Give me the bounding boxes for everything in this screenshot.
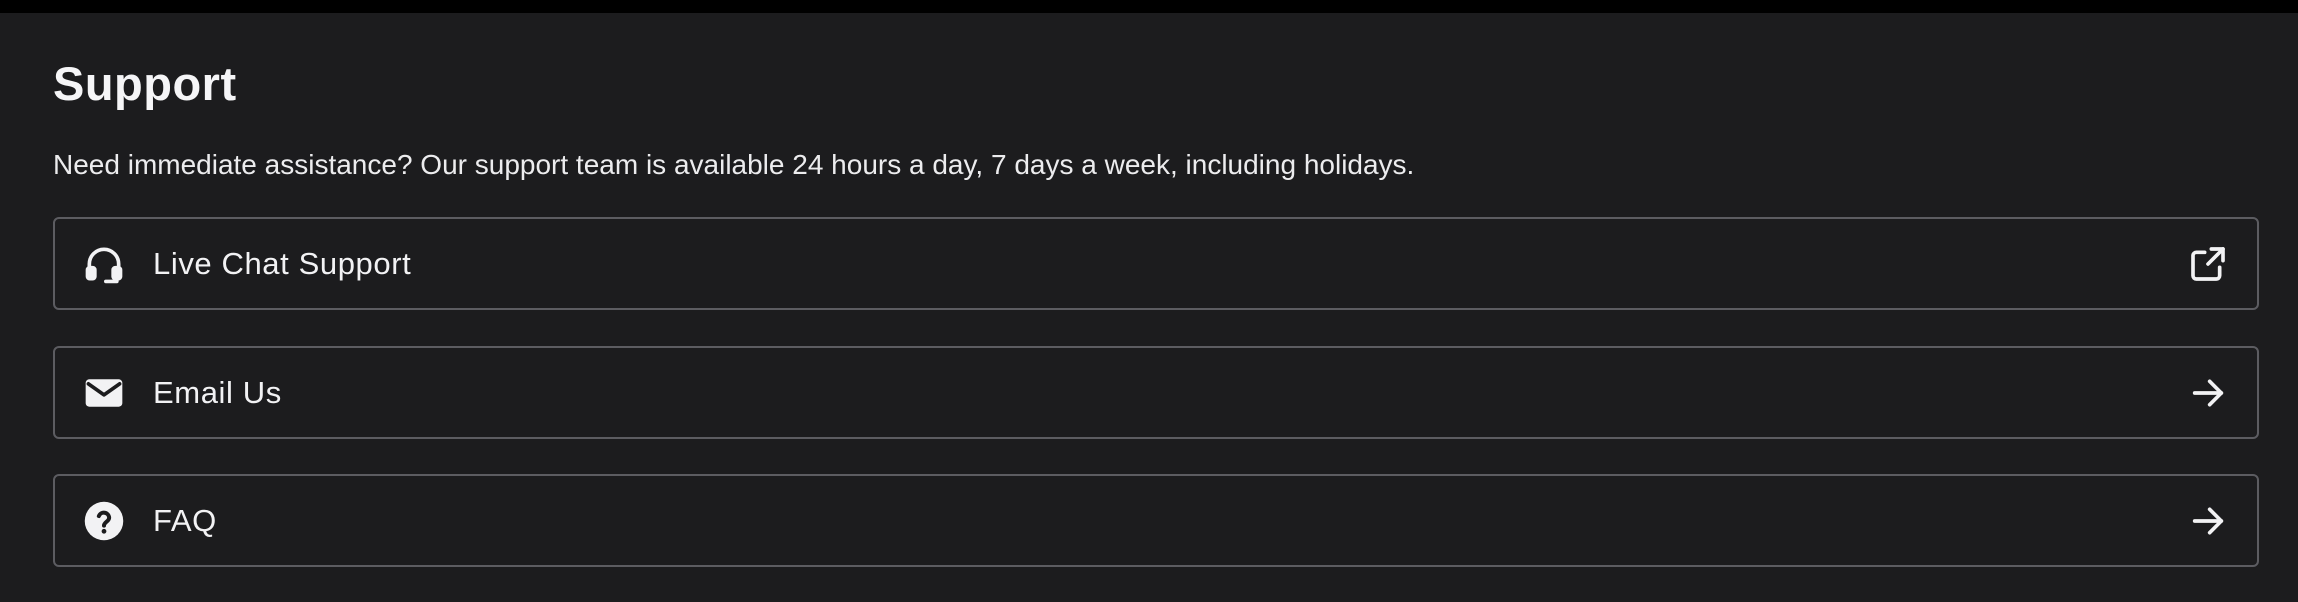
email-us-label: Email Us [153,374,282,410]
live-chat-support-label: Live Chat Support [153,245,412,281]
headset-icon [82,242,126,286]
page-title: Support [53,57,237,110]
live-chat-support-button[interactable]: Live Chat Support [53,217,2259,310]
faq-label: FAQ [153,502,217,538]
email-us-button[interactable]: Email Us [53,346,2259,439]
support-description: Need immediate assistance? Our support t… [53,149,1415,180]
arrow-right-icon [2187,500,2229,542]
help-circle-icon [82,499,126,543]
open-in-new-icon [2187,243,2229,285]
arrow-right-icon [2187,372,2229,414]
mail-icon [82,371,126,415]
faq-button[interactable]: FAQ [53,474,2259,567]
top-bar [0,0,2298,13]
